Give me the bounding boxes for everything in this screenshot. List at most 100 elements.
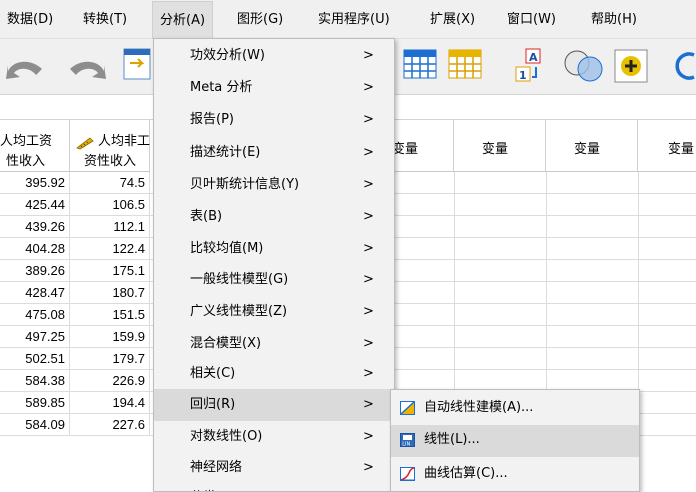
show-all-variables-icon[interactable]: [614, 49, 648, 83]
table-cell[interactable]: 475.08: [0, 304, 70, 325]
menu-item-loglinear[interactable]: 对数线性(O) >: [154, 422, 394, 452]
table-cell[interactable]: 584.09: [0, 414, 70, 435]
menu-item-descriptive-statistics[interactable]: 描述统计(E) >: [154, 138, 394, 168]
menu-item-label: 一般线性模型(G): [190, 272, 289, 287]
submenu-arrow-icon: >: [363, 483, 374, 491]
submenu-arrow-icon: >: [363, 304, 374, 319]
table-cell[interactable]: 439.26: [0, 216, 70, 237]
curve-estimation-icon: [400, 467, 415, 481]
variable-table-icon[interactable]: [448, 49, 482, 79]
menu-item-label: 神经网络: [190, 460, 243, 475]
submenu-arrow-icon: >: [363, 397, 374, 412]
column-header-wage-income[interactable]: 人均工资 性收入: [0, 120, 70, 172]
menu-extensions[interactable]: 扩展(X): [423, 0, 482, 38]
menu-item-compare-means[interactable]: 比较均值(M) >: [154, 234, 394, 264]
table-cell[interactable]: 151.5: [70, 304, 150, 325]
data-table-icon[interactable]: [403, 49, 437, 79]
column-header-line: 变量: [574, 142, 601, 157]
submenu-item-label: 曲线估算(C)...: [424, 466, 508, 481]
table-cell[interactable]: 589.85: [0, 392, 70, 413]
table-cell[interactable]: 112.1: [70, 216, 150, 237]
column-header-line: 变量: [392, 142, 419, 157]
spelling-icon[interactable]: [674, 49, 696, 83]
column-header-var[interactable]: 变量: [454, 120, 546, 172]
table-cell[interactable]: 425.44: [0, 194, 70, 215]
menu-item-label: 分类(F): [190, 483, 234, 491]
column-header-var[interactable]: 变量: [638, 120, 696, 172]
submenu-item-label: 线性(L)...: [424, 432, 480, 447]
svg-text:1: 1: [519, 69, 527, 82]
column-header-line: 变量: [668, 142, 695, 157]
table-cell[interactable]: 179.7: [70, 348, 150, 369]
submenu-item-curve-estimation[interactable]: 曲线估算(C)...: [391, 459, 639, 489]
menu-help[interactable]: 帮助(H): [584, 0, 644, 38]
menu-item-label: 贝叶斯统计信息(Y): [190, 177, 300, 192]
column-header-line: 变量: [482, 142, 509, 157]
menu-item-correlate[interactable]: 相关(C) >: [154, 359, 394, 389]
table-cell[interactable]: 159.9: [70, 326, 150, 347]
auto-linear-icon: [400, 401, 415, 415]
redo-icon[interactable]: [64, 53, 110, 81]
menu-item-label: 对数线性(O): [190, 429, 263, 444]
table-cell[interactable]: 74.5: [70, 172, 150, 193]
table-cell[interactable]: 226.9: [70, 370, 150, 391]
table-cell[interactable]: 175.1: [70, 260, 150, 281]
menu-item-label: 广义线性模型(Z): [190, 304, 288, 319]
menu-item-label: Meta 分析: [190, 80, 253, 95]
menu-item-general-linear-model[interactable]: 一般线性模型(G) >: [154, 265, 394, 295]
menu-item-bayesian-statistics[interactable]: 贝叶斯统计信息(Y) >: [154, 170, 394, 200]
column-header-line: 资性收入: [84, 154, 137, 169]
table-cell[interactable]: 404.28: [0, 238, 70, 259]
table-cell[interactable]: 395.92: [0, 172, 70, 193]
menu-item-generalized-linear-models[interactable]: 广义线性模型(Z) >: [154, 297, 394, 327]
table-cell[interactable]: 180.7: [70, 282, 150, 303]
scale-ruler-icon: [76, 137, 94, 150]
submenu-arrow-icon: >: [363, 145, 374, 160]
menu-utilities[interactable]: 实用程序(U): [311, 0, 397, 38]
menu-item-tables[interactable]: 表(B) >: [154, 202, 394, 232]
table-cell[interactable]: 122.4: [70, 238, 150, 259]
menu-item-mixed-models[interactable]: 混合模型(X) >: [154, 329, 394, 359]
submenu-arrow-icon: >: [363, 48, 374, 63]
menu-window[interactable]: 窗口(W): [500, 0, 563, 38]
table-cell[interactable]: 227.6: [70, 414, 150, 435]
column-header-var[interactable]: 变量: [546, 120, 638, 172]
table-cell[interactable]: 106.5: [70, 194, 150, 215]
submenu-arrow-icon: >: [363, 177, 374, 192]
undo-icon[interactable]: [2, 53, 48, 81]
menu-item-classify[interactable]: 分类(F) >: [154, 483, 394, 491]
svg-text:A: A: [529, 51, 538, 64]
menu-graphs[interactable]: 图形(G): [230, 0, 290, 38]
menu-transform[interactable]: 转换(T): [76, 0, 134, 38]
menu-item-power-analysis[interactable]: 功效分析(W) >: [154, 41, 394, 71]
submenu-arrow-icon: >: [363, 272, 374, 287]
use-sets-icon[interactable]: [562, 47, 606, 83]
submenu-arrow-icon: >: [363, 366, 374, 381]
value-labels-icon[interactable]: A 1: [512, 47, 546, 83]
submenu-arrow-icon: >: [363, 209, 374, 224]
table-cell[interactable]: 502.51: [0, 348, 70, 369]
submenu-arrow-icon: >: [363, 429, 374, 444]
regression-submenu: 自动线性建模(A)... LIN 线性(L)... 曲线估算(C)...: [390, 389, 640, 492]
menu-item-label: 相关(C): [190, 366, 236, 381]
menu-item-meta-analysis[interactable]: Meta 分析 >: [154, 73, 394, 103]
submenu-item-automatic-linear-modeling[interactable]: 自动线性建模(A)...: [391, 393, 639, 423]
submenu-arrow-icon: >: [363, 80, 374, 95]
menu-analyze[interactable]: 分析(A): [152, 1, 214, 39]
submenu-item-linear[interactable]: LIN 线性(L)...: [391, 425, 639, 457]
menu-item-neural-networks[interactable]: 神经网络 >: [154, 453, 394, 483]
menu-bar: 数据(D) 转换(T) 分析(A) 图形(G) 实用程序(U) 扩展(X) 窗口…: [0, 0, 696, 39]
column-header-nonwage-income[interactable]: 人均非工 资性收入: [70, 120, 150, 172]
menu-item-label: 描述统计(E): [190, 145, 261, 160]
svg-text:LIN: LIN: [402, 442, 410, 448]
menu-item-regression[interactable]: 回归(R) >: [154, 389, 394, 421]
table-cell[interactable]: 497.25: [0, 326, 70, 347]
menu-data[interactable]: 数据(D): [0, 0, 60, 38]
menu-item-reports[interactable]: 报告(P) >: [154, 105, 394, 135]
table-cell[interactable]: 194.4: [70, 392, 150, 413]
table-cell[interactable]: 389.26: [0, 260, 70, 281]
submenu-item-label: 自动线性建模(A)...: [424, 400, 534, 415]
table-cell[interactable]: 584.38: [0, 370, 70, 391]
goto-case-icon[interactable]: [122, 47, 152, 83]
table-cell[interactable]: 428.47: [0, 282, 70, 303]
